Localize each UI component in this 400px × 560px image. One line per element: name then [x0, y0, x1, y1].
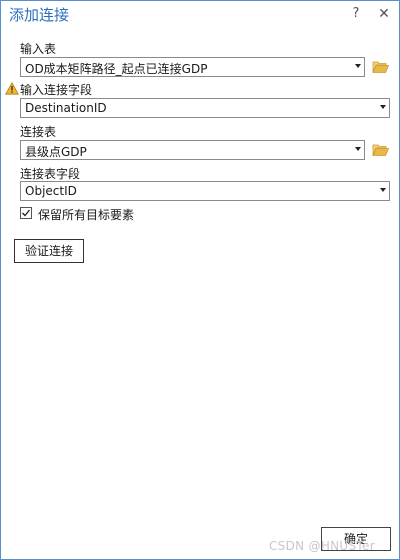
input-table-value: OD成本矩阵路径_起点已连接GDP — [25, 62, 208, 76]
chevron-down-icon — [380, 188, 386, 192]
folder-open-icon[interactable] — [372, 143, 390, 157]
add-join-dialog: 添加连接 ? ✕ 输入表 OD成本矩阵路径_起点已连接GDP 输入连接字段 De… — [0, 0, 400, 560]
folder-open-icon[interactable] — [372, 60, 390, 74]
input-join-field-dropdown[interactable]: DestinationID — [20, 98, 390, 118]
watermark-text: CSDN @HNUSTer — [269, 539, 375, 553]
join-table-label: 连接表 — [20, 125, 57, 139]
join-table-field-label: 连接表字段 — [20, 167, 81, 181]
title-bar: 添加连接 ? ✕ — [1, 1, 399, 29]
input-join-field-value: DestinationID — [25, 101, 107, 115]
join-table-field-value: ObjectID — [25, 184, 77, 198]
checkmark-icon — [22, 209, 31, 217]
keep-all-target-features-checkbox[interactable] — [20, 207, 32, 219]
close-button[interactable]: ✕ — [375, 5, 393, 23]
chevron-down-icon — [355, 64, 361, 68]
input-join-field-label: 输入连接字段 — [20, 83, 93, 97]
join-table-value: 县级点GDP — [25, 145, 87, 159]
dialog-title: 添加连接 — [9, 6, 70, 24]
join-table-field-dropdown[interactable]: ObjectID — [20, 181, 390, 201]
help-button[interactable]: ? — [347, 5, 365, 23]
validate-join-button[interactable]: 验证连接 — [14, 239, 84, 263]
keep-all-target-features-label: 保留所有目标要素 — [38, 208, 135, 222]
chevron-down-icon — [355, 147, 361, 151]
input-table-label: 输入表 — [20, 42, 57, 56]
join-table-dropdown[interactable]: 县级点GDP — [20, 140, 365, 160]
input-table-dropdown[interactable]: OD成本矩阵路径_起点已连接GDP — [20, 57, 365, 77]
warning-triangle-icon — [5, 81, 19, 95]
chevron-down-icon — [380, 105, 386, 109]
